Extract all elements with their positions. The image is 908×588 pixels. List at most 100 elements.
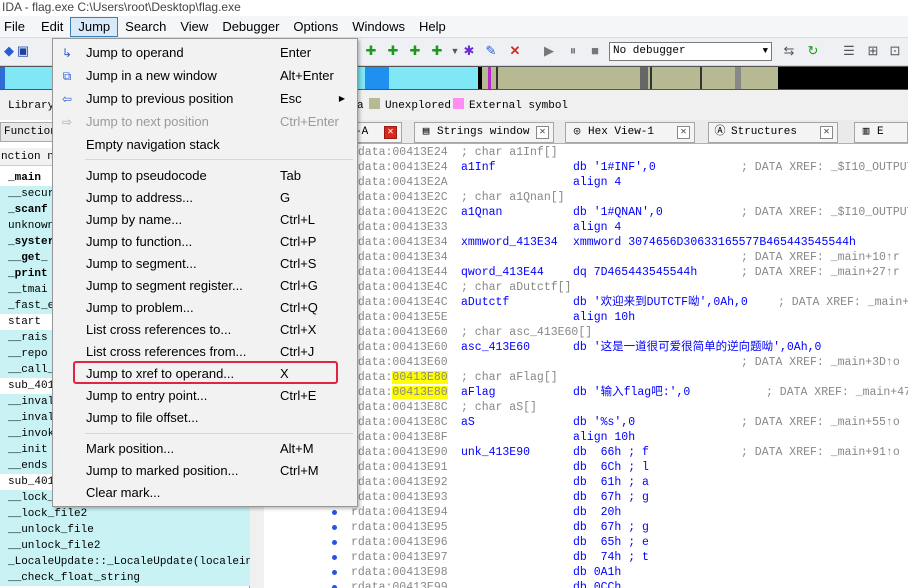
code-line[interactable]: rdata:00413E97 db 74h ; t: [332, 550, 908, 565]
code-line[interactable]: rdata:00413E2C a1Qnan db '1#QNAN',0; DATA …: [346, 205, 908, 220]
code-line[interactable]: rdata:00413E93 db 67h ; g: [332, 490, 908, 505]
menu-item-clear-mark[interactable]: Clear mark...: [53, 482, 357, 504]
legend-library: Library: [8, 100, 55, 112]
code-line[interactable]: rdata:00413E34 xmmword_413E34 xmmword 3074…: [346, 235, 908, 250]
code-line[interactable]: rdata:00413E4C aDutctf db '欢迎来到DUTCTF呦',0A…: [346, 295, 908, 310]
code-line[interactable]: rdata:00413E33 align 4: [346, 220, 908, 235]
tab-strings-window[interactable]: ▤ Strings window ✕: [414, 122, 554, 143]
code-line[interactable]: rdata:00413E90 unk_413E90 db 66h ; f; DATA…: [346, 445, 908, 460]
code-line[interactable]: rdata:00413E2C; char a1Qnan[]: [346, 190, 908, 205]
function-row[interactable]: _LocaleUpdate::_LocaleUpdate(localeinf…: [0, 554, 250, 570]
unexplored-swatch: [369, 98, 380, 109]
code-line[interactable]: rdata:00413E96 db 65h ; e: [332, 535, 908, 550]
code-line[interactable]: rdata:00413E44 qword_413E44 dq 7D465443545…: [346, 265, 908, 280]
menu-item-jump-file-offset[interactable]: Jump to file offset...: [53, 407, 357, 429]
disassembly-listing: rdata:00413E24; char a1Inf[] rdata:00413…: [332, 145, 908, 588]
menu-item-jump-to-operand[interactable]: ↳ Jump to operand Enter: [53, 42, 357, 64]
menu-item-jump-segment-register[interactable]: Jump to segment register... Ctrl+G: [53, 275, 357, 297]
code-line[interactable]: rdata:00413E80 aFlag db '输入flag吧:',0; DATA…: [346, 385, 908, 400]
close-icon[interactable]: ✕: [384, 126, 397, 139]
menu-item-jump-new-window[interactable]: ⧉ Jump in a new window Alt+Enter: [53, 65, 357, 87]
menu-item-empty-nav-stack[interactable]: Empty navigation stack: [53, 134, 357, 156]
external-swatch: [453, 98, 464, 109]
menu-item-mark-position[interactable]: Mark position... Alt+M: [53, 438, 357, 460]
code-line[interactable]: rdata:00413E8F align 10h: [346, 430, 908, 445]
pause-icon[interactable]: ⏸: [564, 42, 582, 60]
menu-view[interactable]: View: [173, 17, 215, 37]
make-string-icon[interactable]: ✚: [428, 42, 446, 60]
menu-item-jump-function[interactable]: Jump to function... Ctrl+P: [53, 231, 357, 253]
refresh-icon[interactable]: ↻: [804, 42, 822, 60]
edit-icon[interactable]: ✎: [482, 42, 500, 60]
menu-item-jump-previous[interactable]: ⇦ Jump to previous position Esc ▶: [53, 88, 357, 110]
code-line[interactable]: rdata:00413E34; DATA XREF: _main+10↑r: [346, 250, 908, 265]
run-icon[interactable]: ▶: [540, 42, 558, 60]
menu-item-jump-address[interactable]: Jump to address... G: [53, 187, 357, 209]
menu-file[interactable]: File: [0, 17, 34, 37]
legend-unexplored-item: Unexplored: [369, 96, 451, 116]
code-line[interactable]: rdata:00413E8C; char aS[]: [346, 400, 908, 415]
view-tabs: -A ✕ ▤ Strings window ✕ ◎ Hex View-1 ✕ Ⓐ St…: [264, 120, 908, 144]
list-icon[interactable]: ☰: [840, 42, 858, 60]
menu-item-jump-segment[interactable]: Jump to segment... Ctrl+S: [53, 253, 357, 275]
tab-enums[interactable]: ▥ E: [854, 122, 908, 143]
code-line[interactable]: rdata:00413E80; char aFlag[]: [346, 370, 908, 385]
code-line[interactable]: rdata:00413E60; char asc_413E60[]: [346, 325, 908, 340]
code-line[interactable]: rdata:00413E60; DATA XREF: _main+3D↑o: [346, 355, 908, 370]
menu-help[interactable]: Help: [412, 17, 453, 37]
debugger-select[interactable]: No debugger ▼: [609, 42, 772, 61]
code-line[interactable]: rdata:00413E8C aS db '%s',0; DATA XREF: _m…: [346, 415, 908, 430]
close-icon[interactable]: ✕: [677, 126, 690, 139]
menu-edit[interactable]: Edit: [34, 17, 70, 37]
code-line[interactable]: rdata:00413E99 db 0CCh: [332, 580, 908, 588]
close-icon[interactable]: ✕: [820, 126, 833, 139]
delete-icon[interactable]: ✕: [506, 42, 524, 60]
bookmark-icon[interactable]: ✱: [460, 42, 478, 60]
function-row[interactable]: __check_float_string: [0, 570, 250, 586]
code-line[interactable]: rdata:00413E60 asc_413E60 db '这是一道很可爱很简单的逆…: [346, 340, 908, 355]
menu-item-jump-marked-position[interactable]: Jump to marked position... Ctrl+M: [53, 460, 357, 482]
menu-windows[interactable]: Windows: [345, 17, 412, 37]
code-line[interactable]: rdata:00413E24 a1Inf db '1#INF',0; DATA XR…: [346, 160, 908, 175]
menu-item-xrefs-from[interactable]: List cross references from... Ctrl+J: [53, 341, 357, 363]
code-line[interactable]: rdata:00413E95 db 67h ; g: [332, 520, 908, 535]
code-line[interactable]: rdata:00413E5E align 10h: [346, 310, 908, 325]
menu-jump[interactable]: Jump: [70, 16, 119, 37]
attach-icon[interactable]: ⇆: [780, 42, 798, 60]
menu-options[interactable]: Options: [286, 17, 345, 37]
address-highlight: 00413E80: [392, 386, 448, 399]
menu-debugger[interactable]: Debugger: [215, 17, 286, 37]
functions-tab[interactable]: Function: [0, 122, 57, 142]
menu-item-jump-entry-point[interactable]: Jump to entry point... Ctrl+E: [53, 385, 357, 407]
graph-icon[interactable]: ⊞: [864, 42, 882, 60]
debugger-select-value: No debugger: [613, 45, 686, 57]
close-icon[interactable]: ✕: [536, 126, 549, 139]
menu-item-jump-problem[interactable]: Jump to problem... Ctrl+Q: [53, 297, 357, 319]
menu-search[interactable]: Search: [118, 17, 173, 37]
make-code-icon[interactable]: ✚: [384, 42, 402, 60]
menu-item-jump-next[interactable]: ⇨ Jump to next position Ctrl+Enter: [53, 111, 357, 133]
jump-operand-icon: ↳: [61, 46, 73, 60]
menu-item-jump-name[interactable]: Jump by name... Ctrl+L: [53, 209, 357, 231]
stop-icon[interactable]: ■: [586, 42, 604, 60]
function-row[interactable]: __unlock_file: [0, 522, 250, 538]
tab-structures[interactable]: Ⓐ Structures ✕: [708, 122, 838, 143]
code-line[interactable]: rdata:00413E24; char a1Inf[]: [346, 145, 908, 160]
save-icon[interactable]: ▣: [14, 42, 32, 60]
create-function-icon[interactable]: ✚: [362, 42, 380, 60]
tab-label: Hex View-1: [588, 126, 655, 138]
code-line[interactable]: rdata:00413E91 db 6Ch ; l: [332, 460, 908, 475]
window-title: IDA - flag.exe C:\Users\root\Desktop\fla…: [0, 0, 908, 16]
menu-item-jump-pseudocode[interactable]: Jump to pseudocode Tab: [53, 165, 357, 187]
code-line[interactable]: rdata:00413E4C; char aDutctf[]: [346, 280, 908, 295]
code-line[interactable]: rdata:00413E94 db 20h: [332, 505, 908, 520]
code-line[interactable]: rdata:00413E2A align 4: [346, 175, 908, 190]
function-row[interactable]: __unlock_file2: [0, 538, 250, 554]
code-line[interactable]: rdata:00413E92 db 61h ; a: [332, 475, 908, 490]
tab-hex-view[interactable]: ◎ Hex View-1 ✕: [565, 122, 695, 143]
make-data-icon[interactable]: ✚: [406, 42, 424, 60]
function-row[interactable]: __lock_file2: [0, 506, 250, 522]
menu-item-xrefs-to[interactable]: List cross references to... Ctrl+X: [53, 319, 357, 341]
code-line[interactable]: rdata:00413E98 db 0A1h: [332, 565, 908, 580]
layout-icon[interactable]: ⊡: [886, 42, 904, 60]
